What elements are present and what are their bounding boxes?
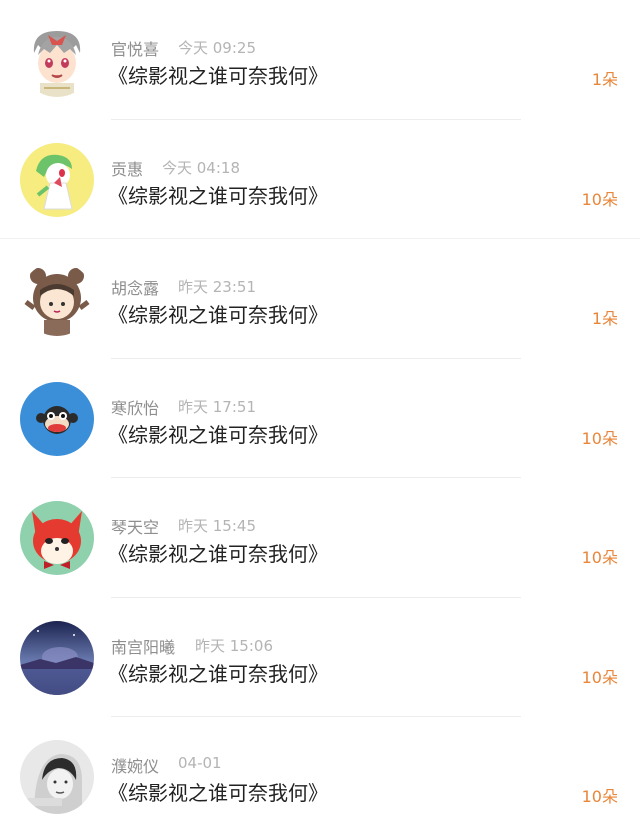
book-title[interactable]: 《综影视之谁可奈我何》 — [108, 60, 328, 89]
gift-time: 04-01 — [178, 754, 222, 772]
user-avatar[interactable] — [20, 501, 94, 575]
user-name[interactable]: 胡念露 — [111, 275, 159, 299]
list-item[interactable]: 贡惠 今天 04:18 《综影视之谁可奈我何》 10朵 — [0, 120, 640, 240]
gift-time: 今天 09:25 — [178, 39, 256, 57]
flower-count: 10朵 — [581, 667, 618, 687]
gift-time: 昨天 23:51 — [178, 278, 256, 296]
list-item[interactable]: 胡念露 昨天 23:51 《综影视之谁可奈我何》 1朵 — [0, 239, 640, 359]
user-avatar[interactable] — [20, 262, 94, 336]
list-item[interactable]: 南宫阳曦 昨天 15:06 《综影视之谁可奈我何》 10朵 — [0, 598, 640, 717]
flower-count: 10朵 — [581, 428, 618, 448]
user-avatar[interactable] — [20, 381, 94, 456]
book-title[interactable]: 《综影视之谁可奈我何》 — [108, 419, 328, 448]
flower-count: 1朵 — [591, 70, 618, 89]
user-name[interactable]: 贡惠 — [111, 156, 143, 180]
user-name[interactable]: 南宫阳曦 — [111, 634, 175, 658]
flower-count: 10朵 — [581, 189, 618, 209]
gift-time: 今天 04:18 — [162, 158, 240, 177]
bear-hood-girl-avatar-icon — [20, 262, 94, 336]
gift-record-list: 官悦喜 今天 09:25 《综影视之谁可奈我何》 1朵 贡惠 今天 04:18 … — [0, 0, 640, 832]
flower-count: 10朵 — [581, 787, 618, 806]
night-landscape-avatar-icon — [20, 620, 94, 695]
gift-time: 昨天 15:06 — [195, 636, 273, 655]
list-item[interactable]: 官悦喜 今天 09:25 《综影视之谁可奈我何》 1朵 — [0, 0, 640, 120]
list-item[interactable]: 濮婉仪 04-01 《综影视之谁可奈我何》 10朵 — [0, 717, 640, 832]
user-avatar[interactable] — [20, 620, 94, 695]
flower-count: 10朵 — [581, 548, 618, 567]
list-item[interactable]: 寒欣怡 昨天 17:51 《综影视之谁可奈我何》 10朵 — [0, 359, 640, 478]
book-title[interactable]: 《综影视之谁可奈我何》 — [108, 180, 328, 209]
book-title[interactable]: 《综影视之谁可奈我何》 — [108, 538, 328, 567]
monkey-avatar-icon — [20, 381, 94, 456]
book-title[interactable]: 《综影视之谁可奈我何》 — [108, 777, 328, 806]
bw-portrait-avatar-icon — [20, 740, 94, 814]
user-avatar[interactable] — [20, 23, 94, 97]
red-fox-avatar-icon — [20, 501, 94, 575]
user-name[interactable]: 官悦喜 — [111, 36, 159, 60]
gift-time: 昨天 17:51 — [178, 397, 256, 416]
anime-boy-avatar-icon — [20, 23, 94, 97]
book-title[interactable]: 《综影视之谁可奈我何》 — [108, 658, 328, 687]
user-name[interactable]: 琴天空 — [111, 514, 159, 538]
user-avatar[interactable] — [20, 740, 94, 814]
book-title[interactable]: 《综影视之谁可奈我何》 — [108, 299, 328, 328]
flower-count: 1朵 — [591, 309, 618, 328]
user-name[interactable]: 寒欣怡 — [111, 395, 159, 419]
user-avatar[interactable] — [20, 142, 94, 217]
pokemon-avatar-icon — [20, 142, 94, 217]
gift-time: 昨天 15:45 — [178, 517, 256, 535]
list-item[interactable]: 琴天空 昨天 15:45 《综影视之谁可奈我何》 10朵 — [0, 478, 640, 598]
user-name[interactable]: 濮婉仪 — [111, 753, 159, 777]
